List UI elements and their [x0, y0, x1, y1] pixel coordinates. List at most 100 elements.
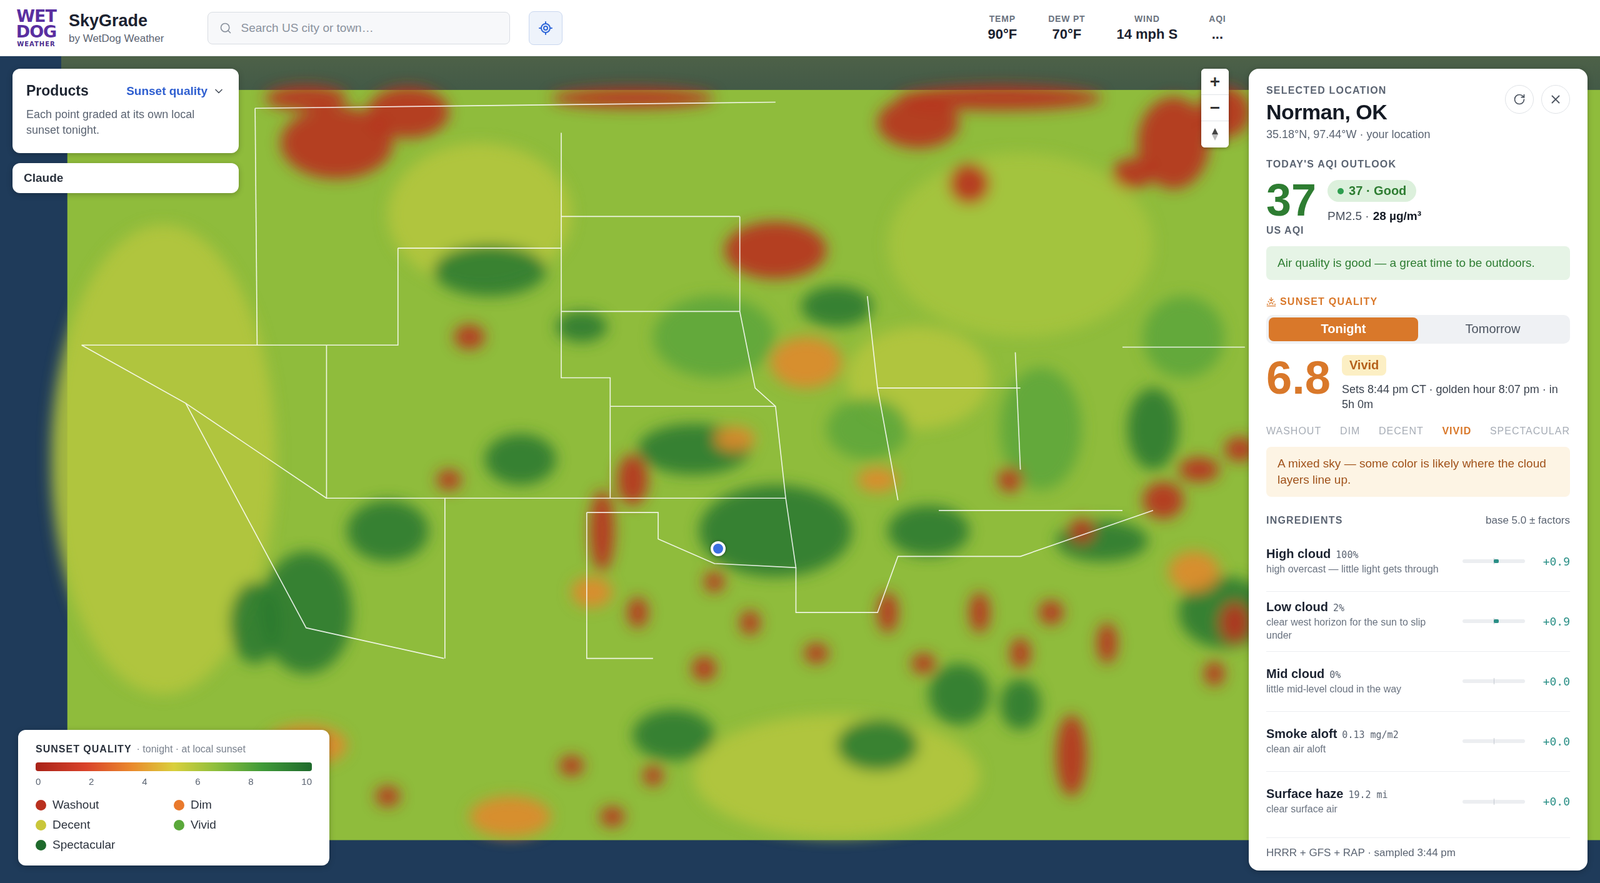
sunset-icon: [1266, 296, 1277, 307]
map-area: ProductsSunset quality Each point graded …: [0, 56, 1600, 883]
location-pin[interactable]: [710, 541, 726, 557]
location-panel: SELECTED LOCATIONNorman, OK35.18°N, 97.4…: [1248, 68, 1588, 871]
legend-ticks: 0246810: [35, 776, 312, 787]
logo[interactable]: WETDOGWEATHER: [13, 8, 59, 47]
stat-value: 14 mph S: [1116, 26, 1178, 43]
ingredient-description: high overcast — little light gets throug…: [1266, 563, 1454, 577]
logo-word: DOG: [16, 24, 57, 40]
products-card: ProductsSunset quality Each point graded …: [12, 68, 239, 154]
close-button[interactable]: [1541, 85, 1570, 114]
products-description: Each point graded at its own local sunse…: [26, 106, 225, 139]
refresh-button[interactable]: [1505, 85, 1534, 114]
ingredient-name: Surface haze19.2 mi: [1266, 786, 1455, 802]
ingredient-row: Smoke aloft0.13 mg/m2clean air aloft+0.0: [1266, 711, 1570, 772]
panel-footer: HRRR + GFS + RAP · sampled 3:44 pm: [1266, 837, 1570, 860]
legend-dot: [35, 820, 47, 831]
legend-title: SUNSET QUALITY: [35, 743, 132, 755]
aqi-heading: TODAY'S AQI OUTLOOK: [1266, 158, 1570, 170]
ingredient-row: Mid cloud0%little mid-level cloud in the…: [1266, 651, 1570, 712]
app-subtitle: by WetDog Weather: [68, 32, 164, 45]
condition-stat: AQI...: [1208, 13, 1226, 43]
ingredients-list: High cloud100%high overcast — little lig…: [1266, 531, 1570, 832]
ingredient-text: Mid cloud0%little mid-level cloud in the…: [1266, 666, 1455, 697]
ingredient-meter: [1462, 619, 1525, 624]
legend-dot: [173, 820, 185, 831]
ingredient-row: High cloud100%high overcast — little lig…: [1266, 531, 1570, 592]
sunset-heading: SUNSET QUALITY: [1266, 296, 1570, 308]
meter-fill: [1493, 559, 1499, 564]
legend-gradient: [35, 762, 312, 772]
scale-label: DIM: [1340, 425, 1360, 437]
sunset-score: 6.8: [1266, 355, 1331, 402]
legend-tick: 10: [301, 776, 312, 787]
panel-eyebrow: SELECTED LOCATION: [1266, 85, 1431, 97]
legend-item: Washout: [35, 798, 174, 812]
condition-stat: TEMP90°F: [987, 13, 1017, 43]
meter-center: [1493, 798, 1495, 805]
ingredient-name: Mid cloud0%: [1266, 666, 1455, 682]
reset-north-button[interactable]: [1201, 121, 1229, 148]
ingredient-description: clean air aloft: [1266, 743, 1454, 757]
app: WETDOGWEATHER SkyGradeby WetDog Weather TE…: [0, 0, 1600, 883]
legend-tick: 2: [88, 776, 94, 787]
legend-tick: 8: [248, 776, 254, 787]
ingredients-note: base 5.0 ± factors: [1485, 514, 1570, 527]
ingredients-header: INGREDIENTSbase 5.0 ± factors: [1266, 514, 1570, 527]
products-row: ProductsSunset quality: [26, 82, 225, 100]
locate-button[interactable]: [528, 11, 563, 45]
aqi-info: 37 · GoodPM2.5 ·28 µg/m³: [1327, 177, 1422, 224]
stat-value: 90°F: [987, 26, 1017, 43]
aqi-unit: US AQI: [1266, 225, 1317, 237]
legend-item: Decent: [35, 818, 174, 832]
day-tab[interactable]: Tonight: [1268, 317, 1419, 342]
logo-word: WEATHER: [16, 41, 56, 47]
aqi-section: TODAY'S AQI OUTLOOK 37US AQI37 · GoodPM2.…: [1266, 158, 1570, 280]
ingredient-name: Low cloud2%: [1266, 600, 1455, 615]
sunset-summary: A mixed sky — some color is likely where…: [1266, 446, 1570, 497]
ingredient-name: High cloud100%: [1266, 546, 1455, 562]
app-title: SkyGrade: [68, 11, 164, 31]
product-selector[interactable]: Sunset quality: [126, 84, 225, 99]
scale-label: SPECTACULAR: [1490, 425, 1570, 437]
legend-item: Dim: [173, 798, 312, 812]
location-name: Norman, OK: [1266, 100, 1431, 125]
ingredient-text: High cloud100%high overcast — little lig…: [1266, 546, 1455, 577]
condition-stat: DEW PT70°F: [1048, 13, 1085, 43]
ingredient-row: Surface haze19.2 miclear surface air+0.0: [1266, 771, 1570, 832]
sunset-section: SUNSET QUALITY TonightTomorrow 6.8VividSet…: [1266, 296, 1570, 832]
chevron-down-icon: [212, 85, 225, 98]
ingredient-text: Low cloud2%clear west horizon for the su…: [1266, 600, 1455, 643]
refresh-icon: [1513, 93, 1526, 106]
ingredient-delta: +0.0: [1532, 675, 1570, 689]
ingredient-meter: [1462, 739, 1525, 744]
aqi-big: 37US AQI: [1266, 177, 1317, 237]
ingredient-delta: +0.9: [1532, 555, 1570, 569]
legend-tick: 4: [141, 776, 147, 787]
legend-header: SUNSET QUALITY · tonight · at local sunse…: [35, 743, 312, 755]
close-icon: [1548, 92, 1563, 107]
day-tab[interactable]: Tomorrow: [1418, 317, 1568, 342]
zoom-controls: +−: [1201, 68, 1229, 148]
score-row: 6.8VividSets 8:44 pm CT · golden hour 8:…: [1266, 355, 1570, 413]
ingredient-description: clear surface air: [1266, 803, 1454, 817]
stat-label: WIND: [1134, 13, 1160, 24]
search-icon: [219, 21, 232, 35]
compass-icon: [1210, 127, 1220, 142]
zoom-out-button[interactable]: −: [1201, 95, 1229, 122]
legend-subtitle: · tonight · at local sunset: [136, 743, 246, 755]
zoom-in-button[interactable]: +: [1201, 68, 1229, 95]
pm-line: PM2.5 ·28 µg/m³: [1327, 209, 1422, 224]
left-column: ProductsSunset quality Each point graded …: [12, 68, 239, 194]
search-input[interactable]: [239, 20, 499, 36]
legend-dot: [35, 800, 47, 811]
meter-fill: [1493, 619, 1499, 624]
logo-word: WET: [16, 8, 57, 24]
ingredient-meter: [1462, 559, 1525, 564]
ingredient-value: 0%: [1329, 669, 1341, 681]
ingredient-row: Low cloud2%clear west horizon for the su…: [1266, 591, 1570, 652]
status-dot: [1337, 188, 1344, 195]
user-chip[interactable]: Claude: [12, 163, 239, 194]
legend: SUNSET QUALITY · tonight · at local sunse…: [18, 730, 330, 866]
panel-title-block: SELECTED LOCATIONNorman, OK35.18°N, 97.4…: [1266, 85, 1431, 142]
legend-tick: 6: [195, 776, 200, 787]
